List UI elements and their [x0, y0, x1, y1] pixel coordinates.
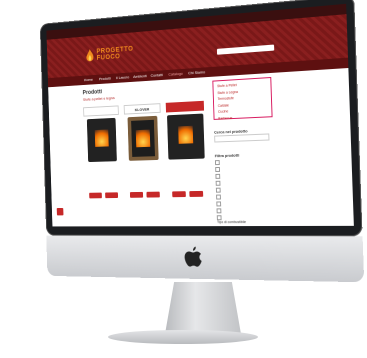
filter-checkbox[interactable]: [216, 188, 223, 193]
fire-image: [95, 129, 109, 146]
filter-checkbox[interactable]: [215, 167, 222, 172]
stove-image[interactable]: [128, 116, 159, 161]
category-item[interactable]: Stufe a Legna: [217, 88, 267, 95]
product-detail-button[interactable]: [146, 192, 159, 198]
category-list: Stufe a Pellet Stufe a Legna Termostufe …: [212, 77, 272, 120]
flame-logo-icon: [85, 49, 95, 65]
stove-image[interactable]: [167, 114, 205, 160]
monitor-stand-neck: [165, 282, 241, 334]
fire-image: [136, 130, 151, 148]
nav-catalogo[interactable]: Catalogo: [168, 71, 183, 77]
product-buttons: [172, 191, 203, 197]
product-search-input[interactable]: [214, 133, 269, 142]
checkbox-icon: [215, 167, 220, 172]
sidebar: Stufe a Pellet Stufe a Legna Termostufe …: [212, 69, 344, 227]
monitor-stand-foot: [108, 330, 258, 344]
product-buttons: [89, 192, 118, 198]
browser-screen: PROGETTO FUOCO Home Prodotti Il Lavoro A…: [46, 4, 353, 227]
checkbox-icon: [217, 208, 222, 213]
filter-checkbox[interactable]: [215, 160, 222, 165]
checkbox-icon: [216, 181, 221, 186]
filter-checkbox[interactable]: [217, 208, 224, 213]
fuel-type-label: Tipo di combustibile: [217, 220, 246, 224]
main-content: Prodotti Stufe a pellet e legna KLOVER S…: [48, 68, 354, 226]
category-item[interactable]: Termostufe: [218, 94, 268, 101]
filter-checkbox[interactable]: [215, 174, 222, 179]
header-search-input[interactable]: [217, 45, 274, 55]
category-item[interactable]: Barbecue: [218, 114, 268, 120]
category-item[interactable]: Stufe a Pellet: [217, 81, 267, 88]
monitor-chin: [46, 236, 364, 283]
product-name: [85, 165, 120, 166]
product-card[interactable]: [83, 105, 122, 205]
product-name: [168, 162, 206, 163]
nav-lavoro[interactable]: Il Lavoro: [116, 74, 129, 80]
apple-logo-icon: [183, 246, 204, 270]
product-info-button[interactable]: [130, 192, 143, 198]
nav-chi-siamo[interactable]: Chi Siamo: [188, 69, 205, 75]
nav-contatti[interactable]: Contatti: [151, 72, 163, 78]
nav-prodotti[interactable]: Prodotti: [99, 76, 111, 81]
product-name: [126, 164, 163, 165]
product-buttons: [130, 192, 160, 198]
product-description: [85, 172, 120, 173]
nav-home[interactable]: Home: [84, 77, 93, 82]
product-info-button[interactable]: [172, 191, 186, 197]
filter-checkbox[interactable]: [216, 181, 223, 186]
product-detail-button[interactable]: [189, 191, 203, 197]
product-brand: [166, 101, 204, 113]
product-card[interactable]: [166, 101, 207, 204]
product-description: [126, 171, 163, 172]
checkbox-icon: [216, 201, 221, 206]
filter-checkbox[interactable]: [216, 195, 223, 200]
imac-monitor: PROGETTO FUOCO Home Prodotti Il Lavoro A…: [40, 0, 364, 282]
nav-ambienti[interactable]: Ambienti: [133, 73, 147, 79]
stove-door-image: [131, 120, 155, 157]
product-grid: KLOVER: [83, 101, 205, 108]
checkbox-icon: [215, 174, 220, 179]
logo-line-2: FUOCO: [97, 52, 134, 61]
checkbox-icon: [216, 195, 221, 200]
filters-label: Filtra prodotti: [215, 153, 240, 159]
scroll-left-button[interactable]: [57, 208, 64, 215]
checkbox-icon: [216, 188, 221, 193]
product-brand: KLOVER: [124, 103, 161, 114]
page-subtitle: Stufe a pellet e legna: [83, 95, 115, 102]
category-item[interactable]: Cucine: [218, 107, 268, 113]
monitor-bezel: PROGETTO FUOCO Home Prodotti Il Lavoro A…: [40, 0, 363, 236]
stove-image[interactable]: [87, 118, 117, 162]
fire-image: [178, 126, 193, 144]
product-brand: [83, 105, 119, 116]
product-info-button[interactable]: [89, 193, 102, 199]
product-detail-button[interactable]: [105, 192, 118, 198]
checkbox-icon: [215, 160, 220, 165]
product-description: [168, 170, 206, 171]
site-logo[interactable]: PROGETTO FUOCO: [96, 46, 133, 62]
category-item[interactable]: Caldaie: [218, 101, 268, 108]
filter-checkbox[interactable]: [216, 201, 223, 206]
product-card[interactable]: KLOVER: [124, 103, 164, 204]
